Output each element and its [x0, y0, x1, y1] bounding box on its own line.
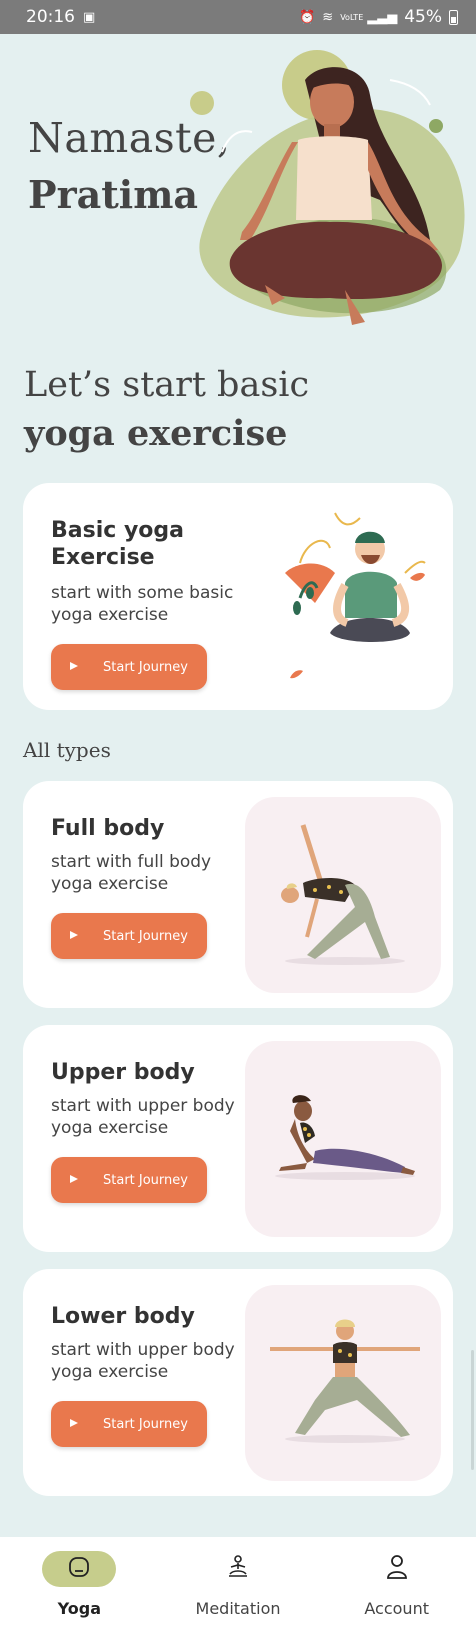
nav-icon-indicator	[201, 1551, 275, 1587]
pose-image-box	[245, 1285, 441, 1481]
start-journey-button[interactable]: Start Journey	[51, 644, 207, 690]
nav-icon-indicator	[42, 1551, 117, 1587]
nav-label: Account	[364, 1599, 429, 1618]
person-icon	[385, 1554, 409, 1584]
start-journey-label: Start Journey	[103, 659, 188, 675]
card-description: start with upper body yoga exercise	[51, 1096, 235, 1138]
full-body-card[interactable]: Full body start with full body yoga exer…	[23, 781, 453, 1008]
warrior-pose-illustration	[270, 1319, 420, 1443]
nav-item-account[interactable]: Account	[317, 1537, 476, 1629]
triangle-pose-illustration	[281, 824, 405, 965]
yoga-mat-icon	[67, 1555, 91, 1583]
image-icon: ▣	[83, 9, 96, 25]
card-title: Lower body	[51, 1304, 195, 1329]
start-journey-button[interactable]: Start Journey	[51, 1157, 207, 1203]
pose-image-box	[245, 1041, 441, 1237]
lower-body-card[interactable]: Lower body start with upper body yoga ex…	[23, 1269, 453, 1496]
card-description: start with full body yoga exercise	[51, 852, 212, 894]
meditating-man-illustration	[285, 512, 426, 679]
card-description: start with upper body yoga exercise	[51, 1340, 235, 1382]
start-journey-label: Start Journey	[103, 928, 188, 944]
play-icon	[69, 1418, 81, 1430]
battery-icon	[449, 9, 458, 25]
featured-card[interactable]: Basic yoga Exercise start with some basi…	[23, 483, 453, 710]
start-journey-label: Start Journey	[103, 1416, 188, 1432]
card-title: Basic yoga Exercise	[51, 518, 184, 570]
all-types-label: All types	[23, 738, 111, 762]
wifi-icon: ≋	[322, 9, 334, 25]
play-icon	[69, 1174, 81, 1186]
meditation-icon	[225, 1554, 251, 1584]
play-icon	[69, 930, 81, 942]
meditating-woman-illustration	[190, 50, 465, 325]
nav-label: Yoga	[57, 1599, 102, 1618]
card-title: Full body	[51, 816, 165, 841]
start-journey-button[interactable]: Start Journey	[51, 913, 207, 959]
nav-icon-indicator	[360, 1551, 434, 1587]
section-title: Let’s start basic yoga exercise	[24, 365, 309, 454]
nav-label: Meditation	[195, 1599, 281, 1618]
play-icon	[69, 661, 81, 673]
battery-percent: 45%	[404, 7, 442, 27]
status-bar: 20:16 ▣ ⏰ ≋ VoLTE ▂▃▅ 45%	[0, 0, 476, 34]
alarm-icon: ⏰	[299, 9, 316, 25]
pose-image-box	[245, 797, 441, 993]
upper-body-card[interactable]: Upper body start with upper body yoga ex…	[23, 1025, 453, 1252]
volte-icon: VoLTE	[340, 12, 364, 22]
signal-icon: ▂▃▅	[367, 9, 398, 25]
card-description: start with some basic yoga exercise	[51, 583, 234, 625]
cobra-pose-illustration	[275, 1095, 415, 1180]
status-time: 20:16	[26, 7, 75, 27]
start-journey-button[interactable]: Start Journey	[51, 1401, 207, 1447]
section-title-line2: yoga exercise	[24, 413, 288, 454]
start-journey-label: Start Journey	[103, 1172, 188, 1188]
card-title: Upper body	[51, 1060, 195, 1085]
bottom-navigation: Yoga Meditation Account	[0, 1537, 476, 1629]
section-title-line1: Let’s start basic	[24, 365, 310, 405]
scrollbar[interactable]	[471, 1350, 474, 1470]
nav-item-meditation[interactable]: Meditation	[159, 1537, 318, 1629]
nav-item-yoga[interactable]: Yoga	[0, 1537, 159, 1629]
